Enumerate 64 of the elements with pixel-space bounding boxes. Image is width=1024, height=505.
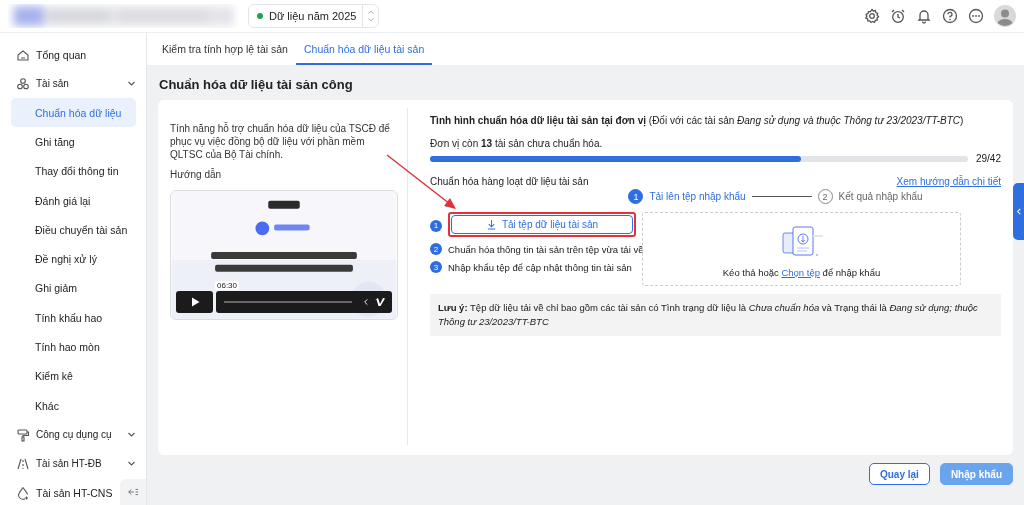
- download-button[interactable]: Tải tệp dữ liệu tài sản: [451, 215, 633, 234]
- more-icon[interactable]: [968, 8, 984, 24]
- play-button[interactable]: [176, 291, 213, 313]
- menu-item-icon: [16, 456, 30, 471]
- menu-item-icon: [16, 76, 30, 91]
- sidebar-item[interactable]: Tổng quan: [0, 40, 124, 69]
- vimeo-icon[interactable]: [374, 296, 386, 308]
- chevron-icon: [127, 430, 136, 440]
- note-text: Lưu ý: Tệp dữ liệu tải về chỉ bao gồm các tài sản có Tình trạng dữ liệu là Chưa chuẩn hóa và Trạng thái là Đang sử dụng; thuộc Thông tư 23/2023/TT-BTC: [430, 294, 1001, 336]
- instruction-text: Chuẩn hóa thông tin tài sản trên tệp vừa tải về: [448, 243, 644, 255]
- chevron-icon: [1015, 207, 1022, 216]
- sidebar-item[interactable]: Đánh giá lại: [11, 185, 136, 216]
- sidebar-item[interactable]: Tài sản HT-ĐB: [0, 449, 136, 479]
- remaining-text: Đơn vị còn 13 tài sản chưa chuẩn hóa.: [430, 138, 604, 149]
- notification-icon[interactable]: [916, 8, 932, 24]
- chevron-icon: [127, 79, 136, 88]
- sidebar-item[interactable]: Công cụ dụng cụ: [0, 420, 136, 450]
- sidebar-item[interactable]: Khác: [11, 390, 136, 421]
- menu-item-icon: [16, 427, 30, 442]
- sidebar-item[interactable]: Tính hao mòn: [11, 332, 136, 362]
- tab[interactable]: Chuẩn hóa dữ liệu tài sản: [295, 43, 433, 65]
- tab[interactable]: Kiểm tra tính hợp lệ tài sản: [154, 43, 296, 65]
- alarm-clock-icon[interactable]: [890, 8, 906, 24]
- year-selector[interactable]: Dữ liệu năm 2025: [248, 4, 380, 28]
- status-heading: Tình hình chuẩn hóa dữ liệu tài sản tại đơn vị (Đối với các tài sản Đang sử dụng và thuộc Thông tư 23/2023/TT-BTC): [430, 115, 965, 126]
- page-title: Chuẩn hóa dữ liệu tài sản công: [158, 76, 354, 94]
- year-label: Dữ liệu năm 2025: [269, 10, 358, 22]
- sidebar-item[interactable]: Ghi tăng: [11, 127, 136, 157]
- sidebar-item[interactable]: Kiểm kê: [11, 361, 136, 391]
- sidebar-item[interactable]: Thay đổi thông tin: [11, 156, 136, 186]
- description-text: Tính năng hỗ trợ chuẩn hóa dữ liệu của TSCĐ để phục vụ việc đồng bộ dữ liệu với phần mềm QLTSC của Bộ Tài chính.: [170, 122, 391, 161]
- drop-hint: Kéo thả hoặc Chọn tệp để nhập khẩu: [722, 266, 881, 278]
- video-time: 06:30: [215, 281, 240, 290]
- menu-item-icon: [16, 485, 30, 500]
- sidebar-item[interactable]: Điều chuyển tài sản: [11, 215, 136, 245]
- choose-file-link[interactable]: Chọn tệp: [781, 266, 820, 278]
- chevron-icon: [127, 459, 136, 469]
- side-panel-toggle[interactable]: [1013, 183, 1024, 240]
- section-title: Chuẩn hóa hàng loạt dữ liệu tài sản: [430, 176, 589, 187]
- guide-link[interactable]: Xem hướng dẫn chi tiết: [896, 176, 1001, 187]
- step-number: 1: [430, 219, 442, 232]
- video-player[interactable]: 06:30: [170, 190, 398, 320]
- step-number: 2: [430, 243, 442, 255]
- step-label: Kết quả nhập khẩu: [838, 191, 923, 202]
- chevron-icon[interactable]: [362, 296, 370, 308]
- help-icon[interactable]: [942, 8, 958, 24]
- progress-count: 29/42: [975, 153, 1001, 164]
- settings-icon[interactable]: [864, 8, 880, 24]
- sidebar-item[interactable]: Tài sản: [0, 69, 136, 98]
- step-number: 1: [628, 189, 644, 204]
- collapse-icon: [127, 486, 139, 498]
- instruction-text: Nhập khẩu tệp để cập nhật thông tin tài sản: [448, 261, 632, 273]
- sidebar-item[interactable]: Ghi giảm: [11, 273, 136, 304]
- step-label: Tải lên tệp nhập khẩu: [649, 191, 746, 202]
- drop-zone[interactable]: Kéo thả hoặc Chọn tệp để nhập khẩu: [642, 212, 961, 286]
- sidebar-item[interactable]: Tài sản HT-CNS: [0, 478, 124, 505]
- section-label: Hướng dẫn: [170, 169, 223, 180]
- sidebar-item[interactable]: Đề nghị xử lý: [11, 244, 136, 274]
- sidebar-item[interactable]: Tính khấu hao: [11, 303, 136, 333]
- download-icon: [485, 219, 497, 230]
- sidebar-item[interactable]: Chuẩn hóa dữ liệu: [11, 98, 136, 128]
- step-number: 3: [430, 261, 442, 273]
- avatar-icon[interactable]: [994, 5, 1016, 27]
- back-button[interactable]: Quay lại: [868, 463, 930, 485]
